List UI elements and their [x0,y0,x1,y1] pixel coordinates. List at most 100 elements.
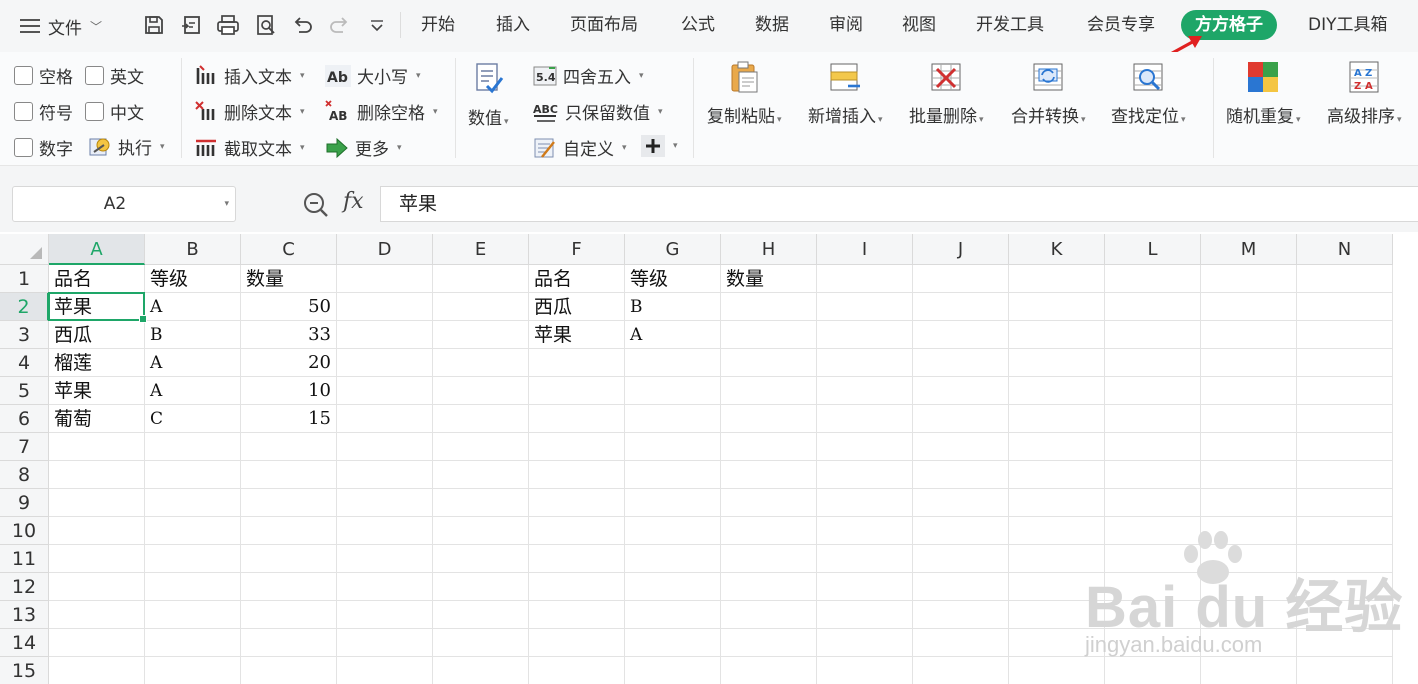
cell-f14[interactable] [529,629,625,657]
checkbox-space[interactable]: 空格 [14,63,73,88]
cell-i2[interactable] [817,293,913,321]
cell-d7[interactable] [337,433,433,461]
cell-i6[interactable] [817,405,913,433]
cell-g3[interactable]: A [625,321,721,349]
cell-d12[interactable] [337,573,433,601]
cell-h1[interactable]: 数量 [721,265,817,293]
zoom-icon[interactable] [302,191,330,219]
cell-h15[interactable] [721,657,817,684]
cell-g9[interactable] [625,489,721,517]
cell-g7[interactable] [625,433,721,461]
row-header-2[interactable]: 2 [0,293,49,321]
tab-home[interactable]: 开始 [421,10,455,40]
cell-m5[interactable] [1201,377,1297,405]
checkbox-symbol[interactable]: 符号 [14,99,73,124]
print-button[interactable] [214,10,242,40]
cell-a11[interactable] [49,545,145,573]
more-button[interactable]: 更多 ▾ [325,135,402,160]
cell-j14[interactable] [913,629,1009,657]
cell-c12[interactable] [241,573,337,601]
cell-a7[interactable] [49,433,145,461]
checkbox-english[interactable]: 英文 [85,63,144,88]
cell-a10[interactable] [49,517,145,545]
cell-b3[interactable]: B [145,321,241,349]
cell-b6[interactable]: C [145,405,241,433]
row-header-14[interactable]: 14 [0,629,49,657]
cell-m7[interactable] [1201,433,1297,461]
select-all-corner[interactable] [0,234,49,265]
cell-b8[interactable] [145,461,241,489]
cell-j2[interactable] [913,293,1009,321]
cell-n3[interactable] [1297,321,1393,349]
cell-h2[interactable] [721,293,817,321]
cell-c13[interactable] [241,601,337,629]
cell-h9[interactable] [721,489,817,517]
cell-a14[interactable] [49,629,145,657]
row-header-7[interactable]: 7 [0,433,49,461]
row-header-10[interactable]: 10 [0,517,49,545]
execute-button[interactable]: 执行 ▾ [88,134,165,159]
tab-member[interactable]: 会员专享 [1087,10,1155,40]
cell-c6[interactable]: 15 [241,405,337,433]
copy-paste-button[interactable]: 复制粘贴 ▾ [707,60,782,127]
cell-e10[interactable] [433,517,529,545]
checkbox-box[interactable] [85,102,104,121]
row-header-9[interactable]: 9 [0,489,49,517]
cell-i10[interactable] [817,517,913,545]
redo-button[interactable] [326,10,354,40]
cell-l6[interactable] [1105,405,1201,433]
cell-d6[interactable] [337,405,433,433]
cell-c1[interactable]: 数量 [241,265,337,293]
cell-b4[interactable]: A [145,349,241,377]
cell-m9[interactable] [1201,489,1297,517]
cell-n5[interactable] [1297,377,1393,405]
cell-k15[interactable] [1009,657,1105,684]
cell-h10[interactable] [721,517,817,545]
cell-b9[interactable] [145,489,241,517]
cell-l1[interactable] [1105,265,1201,293]
cell-k6[interactable] [1009,405,1105,433]
column-header-l[interactable]: L [1105,234,1201,265]
cell-j12[interactable] [913,573,1009,601]
cell-h12[interactable] [721,573,817,601]
cell-i4[interactable] [817,349,913,377]
cell-g14[interactable] [625,629,721,657]
cell-n2[interactable] [1297,293,1393,321]
cell-n9[interactable] [1297,489,1393,517]
tab-review[interactable]: 审阅 [829,10,863,40]
cell-b14[interactable] [145,629,241,657]
cell-b13[interactable] [145,601,241,629]
remove-spaces-button[interactable]: AB 删除空格 ▾ [325,99,438,124]
cell-k4[interactable] [1009,349,1105,377]
column-header-a[interactable]: A [49,234,145,265]
cell-f7[interactable] [529,433,625,461]
column-header-h[interactable]: H [721,234,817,265]
file-menu[interactable]: 文件 ﹀ [20,12,102,40]
cell-f12[interactable] [529,573,625,601]
cell-k3[interactable] [1009,321,1105,349]
cell-d11[interactable] [337,545,433,573]
customize-quick-access-button[interactable] [364,10,390,40]
cell-m2[interactable] [1201,293,1297,321]
chevron-down-icon[interactable]: ▾ [224,187,229,221]
cell-f10[interactable] [529,517,625,545]
cell-a6[interactable]: 葡萄 [49,405,145,433]
cell-e4[interactable] [433,349,529,377]
cell-g13[interactable] [625,601,721,629]
cell-a3[interactable]: 西瓜 [49,321,145,349]
cell-a1[interactable]: 品名 [49,265,145,293]
cell-e9[interactable] [433,489,529,517]
cell-d15[interactable] [337,657,433,684]
checkbox-chinese[interactable]: 中文 [85,99,144,124]
cell-a8[interactable] [49,461,145,489]
cell-k5[interactable] [1009,377,1105,405]
cell-e3[interactable] [433,321,529,349]
cell-k8[interactable] [1009,461,1105,489]
cell-e5[interactable] [433,377,529,405]
cell-f9[interactable] [529,489,625,517]
cell-h3[interactable] [721,321,817,349]
cell-f4[interactable] [529,349,625,377]
cell-e2[interactable] [433,293,529,321]
cell-d5[interactable] [337,377,433,405]
cell-b10[interactable] [145,517,241,545]
